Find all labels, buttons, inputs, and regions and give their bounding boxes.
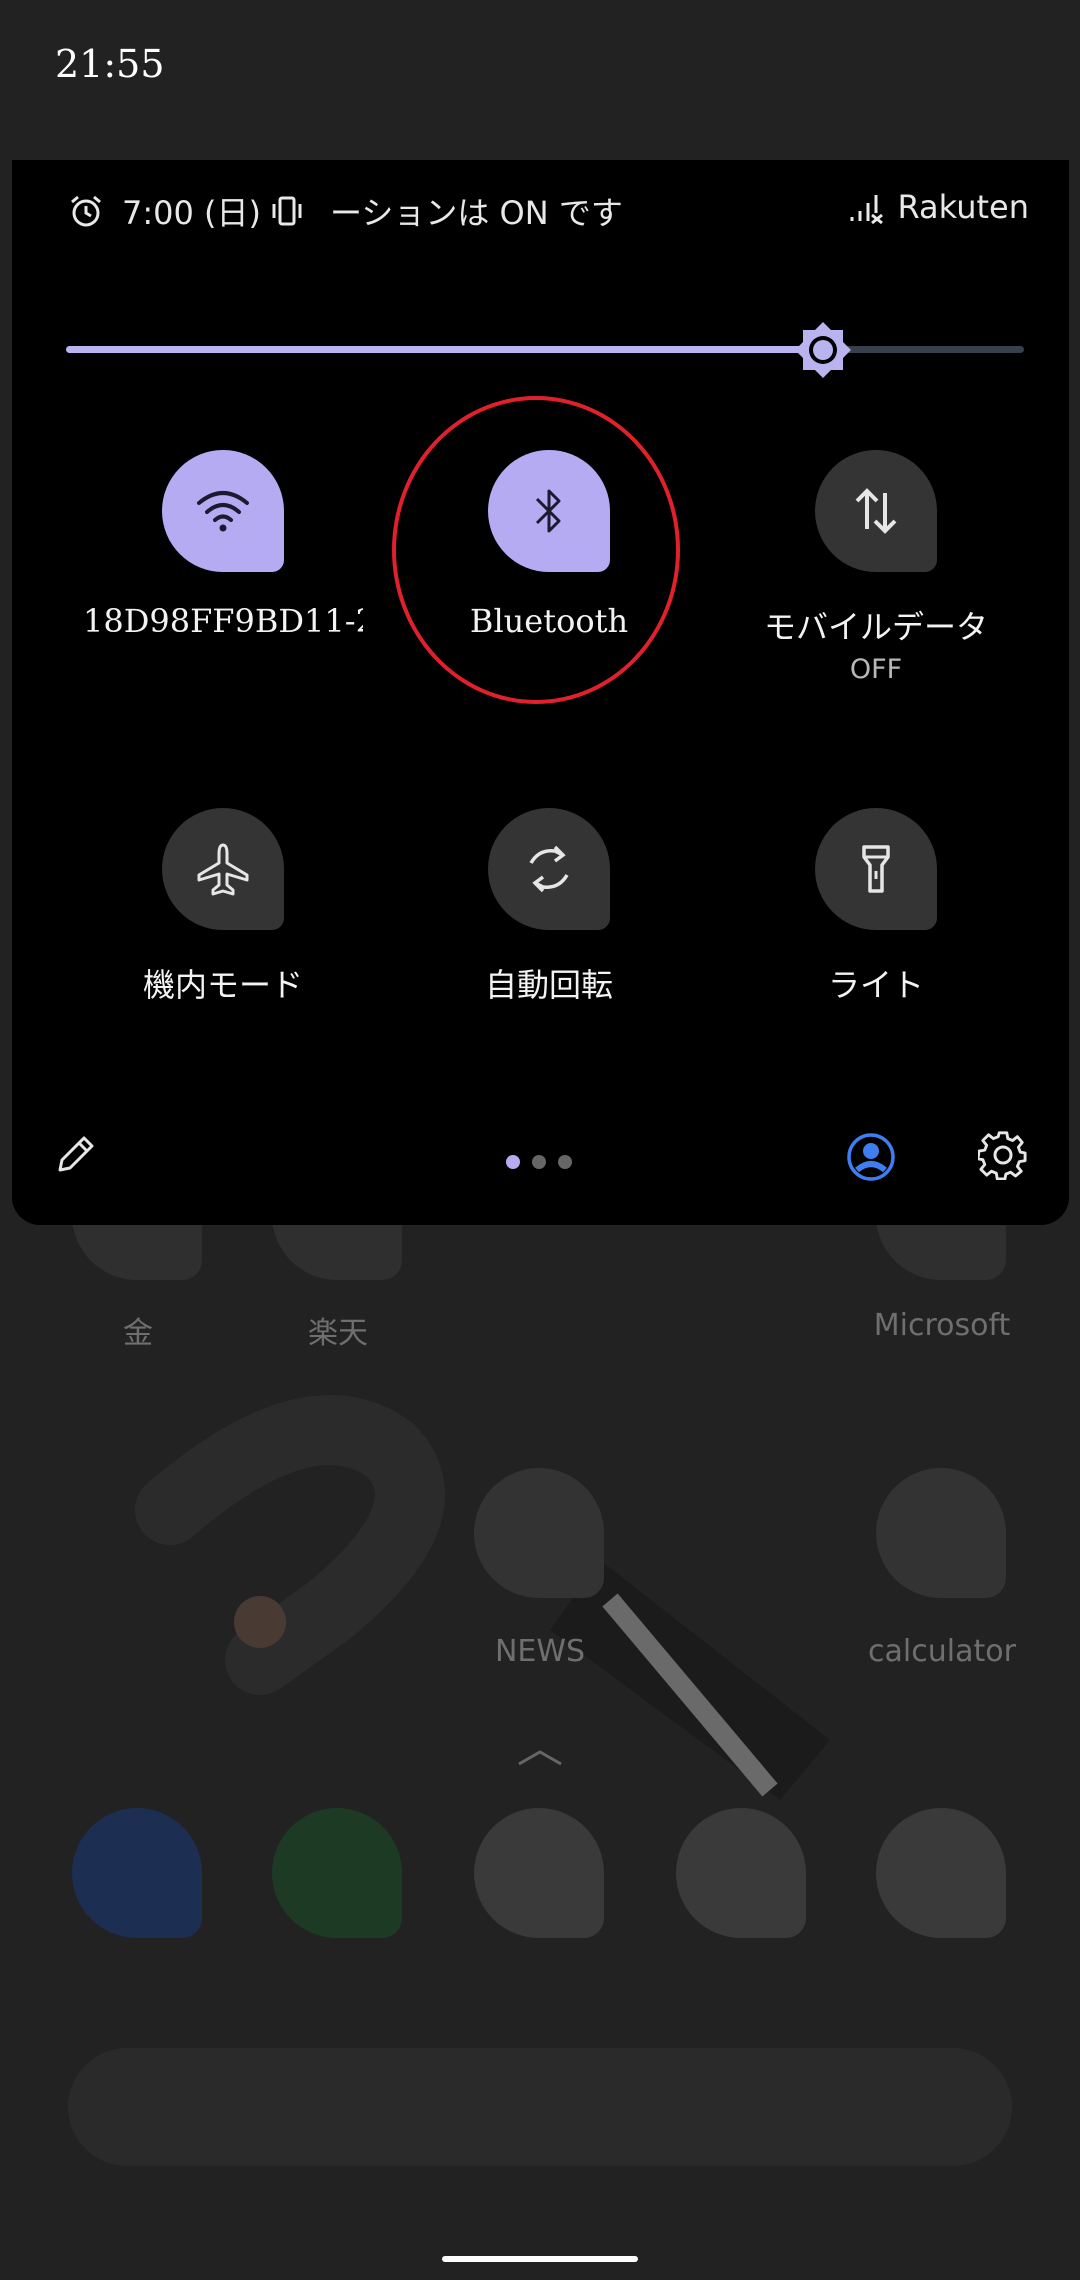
google-search-bar[interactable] [68, 2048, 1012, 2166]
tile-mobile-data-label: モバイルデータ [763, 608, 988, 646]
tile-airplane-mode[interactable]: 機内モード [73, 808, 373, 1006]
auto-rotate-icon[interactable] [488, 808, 610, 930]
carrier-name: Rakuten [897, 188, 1029, 226]
airplane-icon[interactable] [162, 808, 284, 930]
page-dot-1 [506, 1155, 520, 1169]
quick-settings-panel: 7:00 (日) ーションは ON です Rakuten 18D98FF9BD1… [12, 160, 1069, 1225]
app-drawer-chevron-icon[interactable] [515, 1748, 565, 1772]
folder-label-rakuten: 楽天 [308, 1316, 368, 1351]
line-app-icon[interactable] [272, 1808, 402, 1938]
wallpaper-shape [135, 1395, 830, 1800]
brightness-slider[interactable] [66, 320, 1024, 380]
tile-auto-rotate-label: 自動回転 [484, 966, 613, 1004]
vibrate-status: ーションは ON です [268, 188, 623, 234]
play-store-icon[interactable] [474, 1808, 604, 1938]
page-indicator [506, 1155, 572, 1169]
tile-auto-rotate[interactable]: 自動回転 [399, 808, 699, 1006]
tile-flashlight[interactable]: ライト [726, 808, 1026, 1006]
carrier-info: Rakuten [848, 188, 1029, 226]
folder-calculator[interactable] [876, 1468, 1006, 1598]
alarm-icon [68, 193, 104, 229]
folder-label-kin: 金 [123, 1316, 153, 1351]
page-dot-3 [558, 1155, 572, 1169]
brightness-icon[interactable] [793, 320, 853, 380]
folder-label-news: NEWS [494, 1634, 586, 1669]
user-account-icon[interactable] [846, 1132, 896, 1186]
tile-wifi-label: 18D98FF9BD11-2G [83, 602, 363, 640]
tile-airplane-mode-label: 機内モード [142, 966, 303, 1004]
status-time: 21:55 [55, 42, 165, 86]
signal-icon [848, 189, 884, 225]
ticker-text: ーションは ON です [330, 194, 623, 232]
brightness-fill [66, 346, 823, 353]
chrome-icon[interactable] [676, 1808, 806, 1938]
folder-label-microsoft: Microsoft [873, 1308, 1011, 1343]
tile-mobile-data[interactable]: モバイルデータ OFF [726, 450, 1026, 685]
settings-gear-icon[interactable] [976, 1130, 1028, 1184]
flashlight-icon[interactable] [815, 808, 937, 930]
wifi-icon[interactable] [162, 450, 284, 572]
gesture-nav-bar[interactable] [442, 2256, 638, 2262]
folder-news[interactable] [474, 1468, 604, 1598]
qs-header: 7:00 (日) ーションは ON です Rakuten [58, 178, 1029, 236]
highlight-annotation-circle [392, 396, 680, 704]
vibrate-icon [268, 193, 306, 229]
edit-pencil-icon[interactable] [52, 1130, 100, 1182]
alarm-info[interactable]: 7:00 (日) [68, 188, 261, 234]
folder-label-calculator: calculator [868, 1634, 1016, 1669]
camera-app-icon[interactable] [876, 1808, 1006, 1938]
page-dot-2 [532, 1155, 546, 1169]
tile-mobile-data-state: OFF [849, 654, 903, 685]
mobile-data-icon[interactable] [815, 450, 937, 572]
tile-flashlight-label: ライト [827, 966, 924, 1004]
phone-app-icon[interactable] [72, 1808, 202, 1938]
tile-wifi[interactable]: 18D98FF9BD11-2G [73, 450, 373, 640]
alarm-text: 7:00 (日) [122, 194, 262, 232]
